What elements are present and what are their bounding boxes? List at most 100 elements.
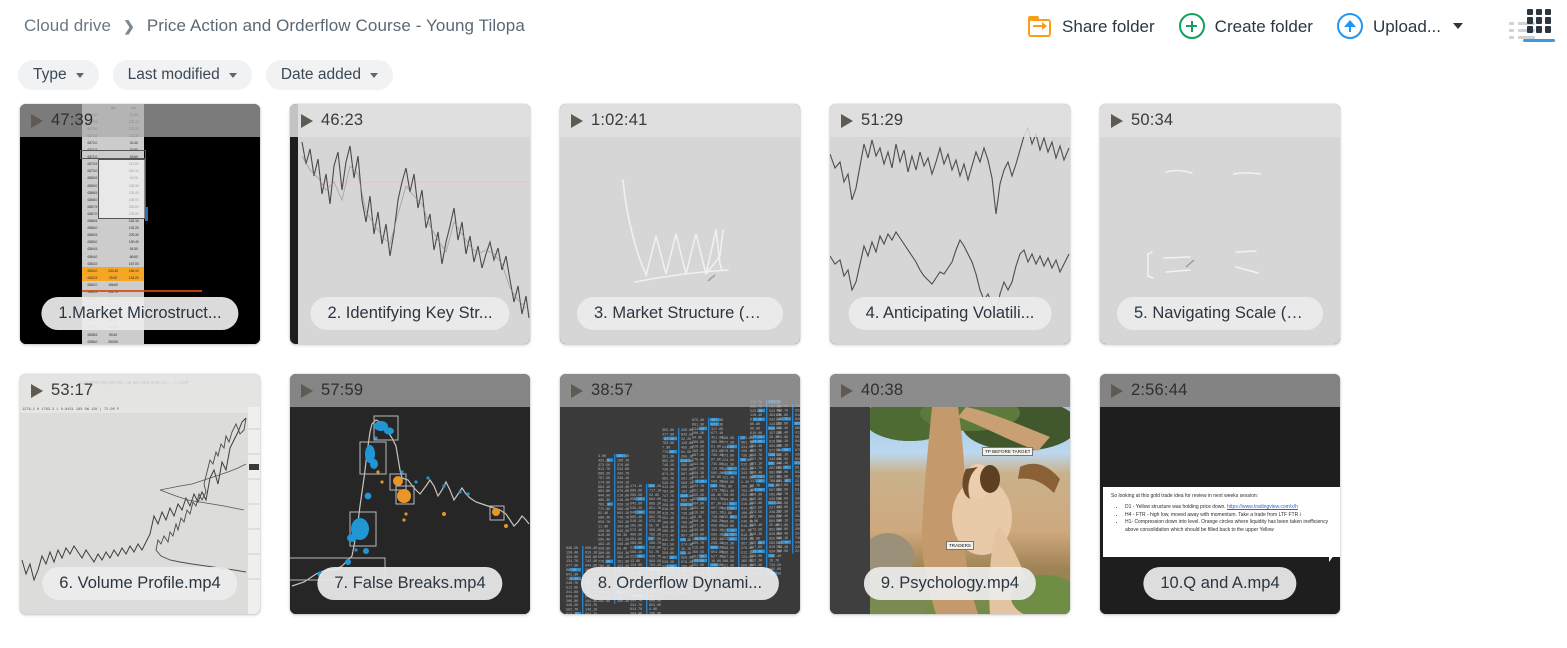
chart-quote-line: 1278.1 H 1783.2 L 0.8451 18X 0W 12K | 72… xyxy=(22,408,119,412)
file-card[interactable]: 51:29 4. Anticipating Volatili... xyxy=(830,104,1070,344)
svg-text:486.2K: 486.2K xyxy=(750,489,763,493)
svg-text:399.4K: 399.4K xyxy=(750,471,763,475)
svg-text:534.3K: 534.3K xyxy=(692,428,705,432)
svg-text:416.7K: 416.7K xyxy=(662,513,675,517)
svg-text:652.0K: 652.0K xyxy=(692,560,705,564)
video-duration-strip: 57:59 xyxy=(290,374,530,407)
upload-button[interactable]: Upload... xyxy=(1325,7,1475,45)
svg-text:365.7K: 365.7K xyxy=(750,476,763,480)
svg-text:330.8K: 330.8K xyxy=(598,547,611,551)
svg-text:473.4K: 473.4K xyxy=(649,520,662,524)
svg-text:524.1K: 524.1K xyxy=(795,502,800,506)
svg-text:480.8K: 480.8K xyxy=(630,533,643,537)
tradingview-link[interactable]: https://www.tradingview.com/x/h xyxy=(1227,504,1298,510)
video-duration: 47:39 xyxy=(51,111,93,130)
svg-text:632.4K: 632.4K xyxy=(776,515,789,519)
video-duration: 2:56:44 xyxy=(1131,381,1187,400)
svg-text:334.0K: 334.0K xyxy=(566,556,579,560)
svg-text:775.8K: 775.8K xyxy=(598,508,611,512)
file-name: 1.Market Microstruct... xyxy=(41,297,238,330)
svg-text:345.6K: 345.6K xyxy=(750,498,763,502)
create-folder-button[interactable]: Create folder xyxy=(1167,7,1325,45)
file-card[interactable]: Log TPW Dly Wk Mth 1M 5M 15M 30M 1H ← ☐ … xyxy=(20,374,260,614)
breadcrumb-root-link[interactable]: Cloud drive xyxy=(24,16,111,36)
filter-chip-type[interactable]: Type xyxy=(18,60,99,90)
grid-view-toggle[interactable] xyxy=(1527,9,1551,44)
svg-text:337.2K: 337.2K xyxy=(692,525,705,529)
svg-text:769.5K: 769.5K xyxy=(776,550,789,554)
svg-text:4.2K: 4.2K xyxy=(741,481,750,485)
share-folder-button[interactable]: Share folder xyxy=(1016,10,1167,43)
svg-text:522.1K: 522.1K xyxy=(776,453,789,457)
svg-text:409.3K: 409.3K xyxy=(750,493,763,497)
svg-text:540.0K: 540.0K xyxy=(692,529,705,533)
svg-text:382.7K: 382.7K xyxy=(662,477,675,481)
svg-text:651.7K: 651.7K xyxy=(649,507,662,511)
svg-text:586.3K: 586.3K xyxy=(598,517,611,521)
svg-text:899.5K: 899.5K xyxy=(649,560,662,564)
svg-text:589.0K: 589.0K xyxy=(750,555,763,559)
svg-text:674.1K: 674.1K xyxy=(566,613,579,614)
chevron-down-icon[interactable] xyxy=(1453,23,1463,29)
svg-text:188.7K: 188.7K xyxy=(649,542,662,546)
svg-text:242.3K: 242.3K xyxy=(722,463,735,467)
svg-text:85.2K: 85.2K xyxy=(722,472,733,476)
svg-text:100.1K: 100.1K xyxy=(617,600,630,604)
file-card[interactable]: 50:34 5. Navigating Scale (Tr... xyxy=(1100,104,1340,344)
svg-text:765.1K: 765.1K xyxy=(598,503,611,507)
play-icon xyxy=(841,384,853,398)
video-duration: 40:38 xyxy=(861,381,903,400)
svg-text:99.0K: 99.0K xyxy=(750,427,761,431)
svg-text:144.0K: 144.0K xyxy=(692,463,705,467)
svg-text:146.4K: 146.4K xyxy=(769,555,782,559)
svg-text:256.7K: 256.7K xyxy=(776,493,789,497)
svg-text:800.6K: 800.6K xyxy=(776,528,789,532)
file-card[interactable]: BidAsk6374.031.006373.5122.106373.0273.2… xyxy=(20,104,260,344)
svg-text:314.0K: 314.0K xyxy=(795,533,800,537)
file-name: 10.Q and A.mp4 xyxy=(1143,567,1296,600)
svg-text:299.5K: 299.5K xyxy=(630,494,643,498)
svg-text:618.0K: 618.0K xyxy=(750,432,763,436)
svg-text:797.1K: 797.1K xyxy=(662,438,675,442)
svg-text:646.2K: 646.2K xyxy=(630,511,643,515)
svg-text:161.6K: 161.6K xyxy=(617,561,630,565)
svg-text:529.5K: 529.5K xyxy=(662,482,675,486)
filter-chip-type-label: Type xyxy=(33,66,67,84)
svg-text:594.3K: 594.3K xyxy=(617,552,630,556)
svg-text:404.2K: 404.2K xyxy=(649,485,662,489)
file-card[interactable]: 46:23 2. Identifying Key Str... xyxy=(290,104,530,344)
svg-text:733.4K: 733.4K xyxy=(776,546,789,550)
svg-text:643.7K: 643.7K xyxy=(630,599,643,603)
toolbar-actions: Share folder Create folder Upload... xyxy=(1016,7,1551,45)
svg-text:399.3K: 399.3K xyxy=(750,445,763,449)
svg-text:810.2K: 810.2K xyxy=(750,533,763,537)
video-duration: 46:23 xyxy=(321,111,363,130)
svg-text:426.7K: 426.7K xyxy=(649,555,662,559)
svg-text:13.8K: 13.8K xyxy=(630,560,641,564)
file-card[interactable]: 57:59 7. False Breaks.mp4 xyxy=(290,374,530,614)
video-duration: 53:17 xyxy=(51,381,93,400)
svg-text:585.0K: 585.0K xyxy=(795,453,800,457)
create-folder-label: Create folder xyxy=(1215,18,1313,35)
file-card[interactable]: So looking at this gold trade idea for r… xyxy=(1100,374,1340,614)
video-duration-strip: 38:57 xyxy=(560,374,800,407)
svg-text:70.3K: 70.3K xyxy=(681,539,692,543)
file-card[interactable]: TP BEFORE TARGET TRADERS 40:38 9. Psycho… xyxy=(830,374,1070,614)
svg-text:673.6K: 673.6K xyxy=(722,455,735,459)
file-card[interactable]: 1:02:41 3. Market Structure (E... xyxy=(560,104,800,344)
svg-text:649.0K: 649.0K xyxy=(566,595,579,599)
svg-text:228.5K: 228.5K xyxy=(692,445,705,449)
svg-text:601.0K: 601.0K xyxy=(795,484,800,488)
svg-text:633.7K: 633.7K xyxy=(585,604,598,608)
svg-text:238.1K: 238.1K xyxy=(617,477,630,481)
svg-text:279.0K: 279.0K xyxy=(692,459,705,463)
share-folder-label: Share folder xyxy=(1062,18,1155,35)
svg-text:52.6K: 52.6K xyxy=(649,494,660,498)
svg-text:662.8K: 662.8K xyxy=(598,490,611,494)
svg-text:532.6K: 532.6K xyxy=(617,468,630,472)
filter-chip-date-added[interactable]: Date added xyxy=(266,60,393,90)
svg-text:875.2K: 875.2K xyxy=(692,419,705,423)
file-card[interactable]: 636.5K508.4K130.4K819.1K334.0K868.8K131.… xyxy=(560,374,800,614)
video-duration-strip: 50:34 xyxy=(1100,104,1340,137)
filter-chip-last-modified[interactable]: Last modified xyxy=(113,60,252,90)
